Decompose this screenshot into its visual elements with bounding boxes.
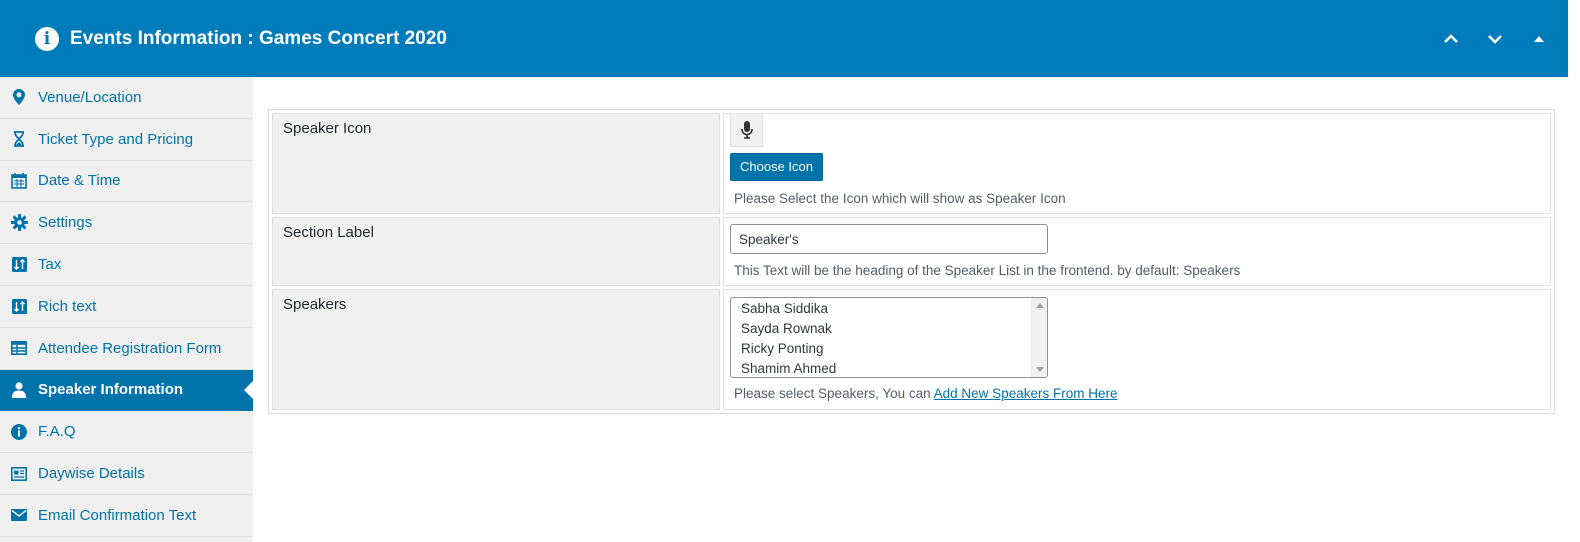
- hourglass-icon: [10, 130, 28, 148]
- speakers-description: Please select Speakers, You can Add New …: [734, 386, 1544, 402]
- section-label-input[interactable]: [730, 224, 1048, 254]
- chevron-up-icon: [1444, 34, 1458, 43]
- sidebar-item-label: Tax: [38, 256, 62, 274]
- speaker-option[interactable]: Sabha Siddika: [731, 299, 1047, 319]
- triangle-up-icon: [1534, 36, 1544, 42]
- speakers-row: Speakers Sabha Siddika Sayda Rownak Rick…: [272, 289, 1551, 410]
- speakers-multiselect[interactable]: Sabha Siddika Sayda Rownak Ricky Ponting…: [730, 297, 1048, 378]
- chevron-down-icon: [1488, 35, 1502, 44]
- sidebar-item-label: Ticket Type and Pricing: [38, 130, 194, 148]
- form-table: Speaker Icon Choose Icon Please Select t…: [268, 109, 1555, 414]
- sidebar-item-attendee-registration[interactable]: Attendee Registration Form: [0, 328, 253, 370]
- info-circle-icon: [10, 423, 28, 441]
- microphone-icon: [740, 121, 753, 139]
- sidebar-item-tax[interactable]: Tax: [0, 244, 253, 286]
- speaker-icon-description: Please Select the Icon which will show a…: [734, 191, 1066, 206]
- sidebar-item-label: Date & Time: [38, 172, 121, 190]
- sidebar-item-daywise-details[interactable]: Daywise Details: [0, 453, 253, 495]
- sidebar-item-label: Venue/Location: [38, 88, 142, 106]
- speaker-icon-row: Speaker Icon Choose Icon Please Select t…: [272, 113, 1551, 214]
- section-label-label: Section Label: [272, 217, 720, 286]
- envelope-icon: [10, 506, 28, 524]
- section-label-row: Section Label This Text will be the head…: [272, 217, 1551, 286]
- speaker-icon-field: Choose Icon Please Select the Icon which…: [723, 113, 1551, 214]
- sidebar-item-date-time[interactable]: Date & Time: [0, 161, 253, 203]
- sidebar-item-label: Email Confirmation Text: [38, 506, 197, 524]
- calendar-icon: [10, 172, 28, 190]
- sort-icon: [10, 256, 28, 274]
- sidebar-item-label: Attendee Registration Form: [38, 339, 222, 357]
- move-down-button[interactable]: [1483, 28, 1507, 50]
- move-up-button[interactable]: [1439, 28, 1463, 50]
- speaker-icon-label: Speaker Icon: [272, 113, 720, 214]
- speaker-option[interactable]: Sayda Rownak: [731, 319, 1047, 339]
- icon-preview: [730, 114, 763, 147]
- postbox-header: i Events Information : Games Concert 202…: [0, 0, 1568, 77]
- page-title: Events Information : Games Concert 2020: [70, 28, 447, 49]
- choose-icon-button[interactable]: Choose Icon: [730, 153, 823, 181]
- sidebar-item-ticket-type[interactable]: Ticket Type and Pricing: [0, 119, 253, 161]
- sidebar-item-faq[interactable]: F.A.Q: [0, 411, 253, 454]
- speakers-description-text: Please select Speakers, You can: [734, 386, 931, 401]
- map-marker-icon: [10, 88, 28, 106]
- sidebar-item-rich-text[interactable]: Rich text: [0, 286, 253, 328]
- sidebar-item-email-confirmation[interactable]: Email Confirmation Text: [0, 495, 253, 537]
- user-icon: [10, 381, 28, 399]
- sidebar-item-label: Speaker Information: [38, 381, 184, 399]
- sidebar-item-venue-location[interactable]: Venue/Location: [0, 77, 253, 119]
- speaker-option[interactable]: Ricky Ponting: [731, 339, 1047, 359]
- settings-panel: Speaker Icon Choose Icon Please Select t…: [268, 109, 1555, 414]
- sidebar-item-label: Rich text: [38, 297, 97, 315]
- sidebar-item-speaker-information[interactable]: Speaker Information: [0, 369, 253, 412]
- info-circle-icon: i: [35, 27, 59, 51]
- add-new-speakers-link[interactable]: Add New Speakers From Here: [934, 386, 1118, 401]
- sidebar-item-settings[interactable]: Settings: [0, 202, 253, 245]
- table-icon: [10, 339, 28, 357]
- sidebar-item-label: F.A.Q: [38, 423, 76, 441]
- sidebar-item-label: Settings: [38, 214, 93, 232]
- speakers-field: Sabha Siddika Sayda Rownak Ricky Ponting…: [723, 289, 1551, 410]
- speaker-option[interactable]: Shamim Ahmed: [731, 359, 1047, 377]
- section-label-field: This Text will be the heading of the Spe…: [723, 217, 1551, 286]
- sidebar: Venue/Location Ticket Type and Pricing D…: [0, 77, 253, 542]
- sidebar-item-label: Daywise Details: [38, 465, 145, 483]
- listbox-scrollbar[interactable]: [1031, 298, 1047, 377]
- scroll-down-arrow-icon[interactable]: [1036, 367, 1044, 372]
- gear-icon: [10, 214, 28, 232]
- toggle-panel-button[interactable]: [1527, 28, 1551, 50]
- scroll-up-arrow-icon[interactable]: [1036, 303, 1044, 308]
- speakers-label: Speakers: [272, 289, 720, 410]
- newspaper-icon: [10, 465, 28, 483]
- section-label-description: This Text will be the heading of the Spe…: [734, 263, 1241, 278]
- sort-icon: [10, 297, 28, 315]
